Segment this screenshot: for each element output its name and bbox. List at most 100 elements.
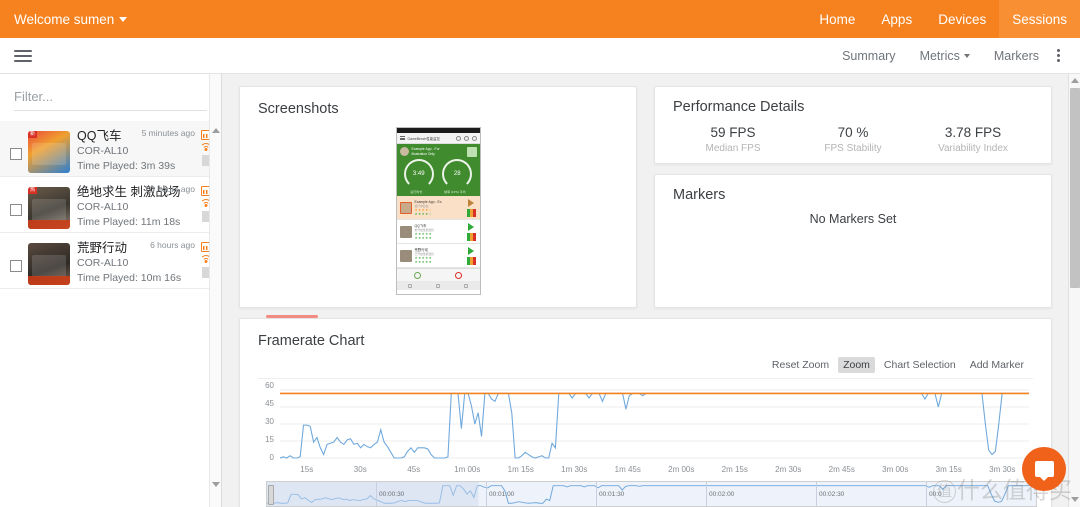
chart-y-axis-labels: 60 45 30 15 0 xyxy=(254,382,274,462)
tab-summary[interactable]: Summary xyxy=(830,49,907,63)
sub-nav-items: Summary Metrics Markers xyxy=(830,49,1080,63)
main-scrollbar[interactable] xyxy=(1068,74,1080,507)
session-list-item[interactable]: 新 QQ飞车 COR-AL10 Time Played: 3m 39s 5 mi… xyxy=(0,121,221,177)
phone-play-icon xyxy=(468,222,474,231)
chart-header: Framerate Chart xyxy=(240,319,1051,349)
phone-nav-recent-icon xyxy=(463,283,468,288)
topnav-item-apps[interactable]: Apps xyxy=(868,0,925,38)
filter-input[interactable] xyxy=(14,86,207,111)
scroll-up-icon[interactable] xyxy=(212,128,220,133)
stat-variability-index: 3.78 FPS Variability Index xyxy=(913,124,1033,156)
phone-menu-icon xyxy=(399,135,405,141)
session-device: COR-AL10 xyxy=(77,257,129,269)
filter-container xyxy=(0,74,221,117)
session-app-icon: 新 xyxy=(28,131,70,173)
phone-bars-icon xyxy=(466,232,476,241)
chart-selection-button[interactable]: Chart Selection xyxy=(879,357,961,373)
framerate-chart-title: Framerate Chart xyxy=(258,333,365,349)
framerate-plot[interactable]: 60 45 30 15 0 15s 30s 45s 1m 00s 1m 15s … xyxy=(254,382,1037,474)
phone-bars-icon xyxy=(466,208,476,217)
markers-card: Markers No Markers Set xyxy=(654,174,1052,308)
phone-nav-back-icon xyxy=(408,283,413,288)
phone-app-row: 荒野行动 已开启性能监控 ★★★★★ ★★★★★ xyxy=(396,244,480,268)
app-root: Welcome sumen Home Apps Devices Sessions… xyxy=(0,0,1080,507)
performance-details-card: Performance Details 59 FPS Median FPS 70… xyxy=(654,86,1052,164)
chat-bubble-icon[interactable] xyxy=(1022,447,1066,491)
chart-divider xyxy=(258,378,1033,379)
topnav-item-sessions[interactable]: Sessions xyxy=(999,0,1080,38)
x-tick-10: 2m 45s xyxy=(828,465,855,474)
zoom-button[interactable]: Zoom xyxy=(838,357,875,373)
performance-details-title: Performance Details xyxy=(673,99,805,115)
session-checkbox[interactable] xyxy=(10,260,22,272)
session-info: 绝地求生 刺激战场 COR-AL10 Time Played: 11m 18s … xyxy=(70,184,197,230)
hamburger-menu-icon[interactable] xyxy=(14,47,32,65)
stat-variability-index-value: 3.78 FPS xyxy=(944,125,1002,140)
phone-add-icon xyxy=(413,271,421,279)
x-tick-0: 15s xyxy=(300,465,314,474)
reset-zoom-button[interactable]: Reset Zoom xyxy=(767,357,834,373)
scroll-down-icon[interactable] xyxy=(1071,497,1079,502)
phone-stop-icon xyxy=(468,198,474,207)
phone-bars-icon xyxy=(466,256,476,265)
y-tick-30: 30 xyxy=(265,417,274,426)
phone-app-row: Example App - Ex. 运行中后台 ★★★★☆ ★★★★☆ xyxy=(396,196,480,220)
chart-range-selector[interactable]: 00:00:30 00:01:00 00:01:30 00:02:00 00:0… xyxy=(266,481,1037,507)
session-sidebar: 新 QQ飞车 COR-AL10 Time Played: 3m 39s 5 mi… xyxy=(0,74,222,507)
sub-toolbar: Summary Metrics Markers xyxy=(0,38,1080,74)
x-tick-9: 2m 30s xyxy=(775,465,802,474)
stat-median-fps-label: Median FPS xyxy=(705,143,761,154)
x-tick-2: 45s xyxy=(407,465,421,474)
screenshot-thumbnail[interactable]: GameBench性能监控 Example App - For Illustra… xyxy=(395,127,481,295)
scroll-down-icon[interactable] xyxy=(212,482,220,487)
stat-median-fps: 59 FPS Median FPS xyxy=(673,124,793,156)
scroll-up-icon[interactable] xyxy=(1071,78,1079,83)
chart-toolbar: Reset Zoom Zoom Chart Selection Add Mark… xyxy=(240,351,1051,373)
phone-remove-icon xyxy=(455,271,463,279)
y-tick-45: 45 xyxy=(265,399,274,408)
session-list-item[interactable]: 荒野行动 COR-AL10 Time Played: 10m 16s 6 hou… xyxy=(0,233,221,289)
x-tick-3: 1m 00s xyxy=(454,465,481,474)
tab-markers[interactable]: Markers xyxy=(982,49,1051,63)
framerate-chart-card: Framerate Chart Reset Zoom Zoom Chart Se… xyxy=(239,315,1052,507)
tab-markers-label: Markers xyxy=(993,48,1039,63)
phone-app-avatar xyxy=(399,147,409,156)
range-tick-4: 00:02:00 xyxy=(706,482,816,506)
topnav-item-devices[interactable]: Devices xyxy=(925,0,999,38)
session-info: 荒野行动 COR-AL10 Time Played: 10m 16s 6 hou… xyxy=(70,240,197,286)
tab-metrics[interactable]: Metrics xyxy=(908,49,982,63)
x-tick-13: 3m 30s xyxy=(989,465,1016,474)
x-tick-5: 1m 30s xyxy=(561,465,588,474)
add-marker-button[interactable]: Add Marker xyxy=(965,357,1029,373)
phone-gauge-duration: 3:49 xyxy=(403,159,434,189)
range-handle-left[interactable] xyxy=(268,485,274,505)
session-checkbox[interactable] xyxy=(10,204,22,216)
kebab-menu-icon[interactable] xyxy=(1051,49,1070,62)
range-tick-1: 00:00:30 xyxy=(376,482,486,506)
session-checkbox[interactable] xyxy=(10,148,22,160)
x-tick-12: 3m 15s xyxy=(935,465,962,474)
range-tick-6: 00:0 xyxy=(926,482,1036,506)
session-info: QQ飞车 COR-AL10 Time Played: 3m 39s 5 minu… xyxy=(70,128,197,174)
sidebar-scrollbar[interactable] xyxy=(209,74,221,507)
phone-gauge-fps: 28 xyxy=(442,159,473,189)
phone-sort-icon xyxy=(463,135,469,141)
session-time-played: Time Played: 11m 18s xyxy=(77,216,181,228)
stat-fps-stability: 70 % FPS Stability xyxy=(793,124,913,156)
scrollbar-thumb[interactable] xyxy=(1070,88,1080,288)
phone-gauge-foot-left: 运行时长 xyxy=(410,190,423,194)
x-tick-7: 2m 00s xyxy=(668,465,695,474)
y-tick-0: 0 xyxy=(269,453,274,462)
range-tick-labels: 00:00:30 00:01:00 00:01:30 00:02:00 00:0… xyxy=(267,482,1036,506)
phone-help-icon xyxy=(471,135,477,141)
topnav-item-home[interactable]: Home xyxy=(806,0,868,38)
y-tick-15: 15 xyxy=(265,435,274,444)
session-time-ago: 6 hours ago xyxy=(150,240,195,250)
session-list-item[interactable]: 热 绝地求生 刺激战场 COR-AL10 Time Played: 11m 18… xyxy=(0,177,221,233)
top-navigation-bar: Welcome sumen Home Apps Devices Sessions xyxy=(0,0,1080,38)
chart-plot-area[interactable] xyxy=(280,387,1029,461)
session-app-icon: 热 xyxy=(28,187,70,229)
markers-title: Markers xyxy=(673,187,726,203)
phone-app-name-1: Example App - For xyxy=(411,147,440,151)
welcome-user-menu[interactable]: Welcome sumen xyxy=(14,12,128,27)
